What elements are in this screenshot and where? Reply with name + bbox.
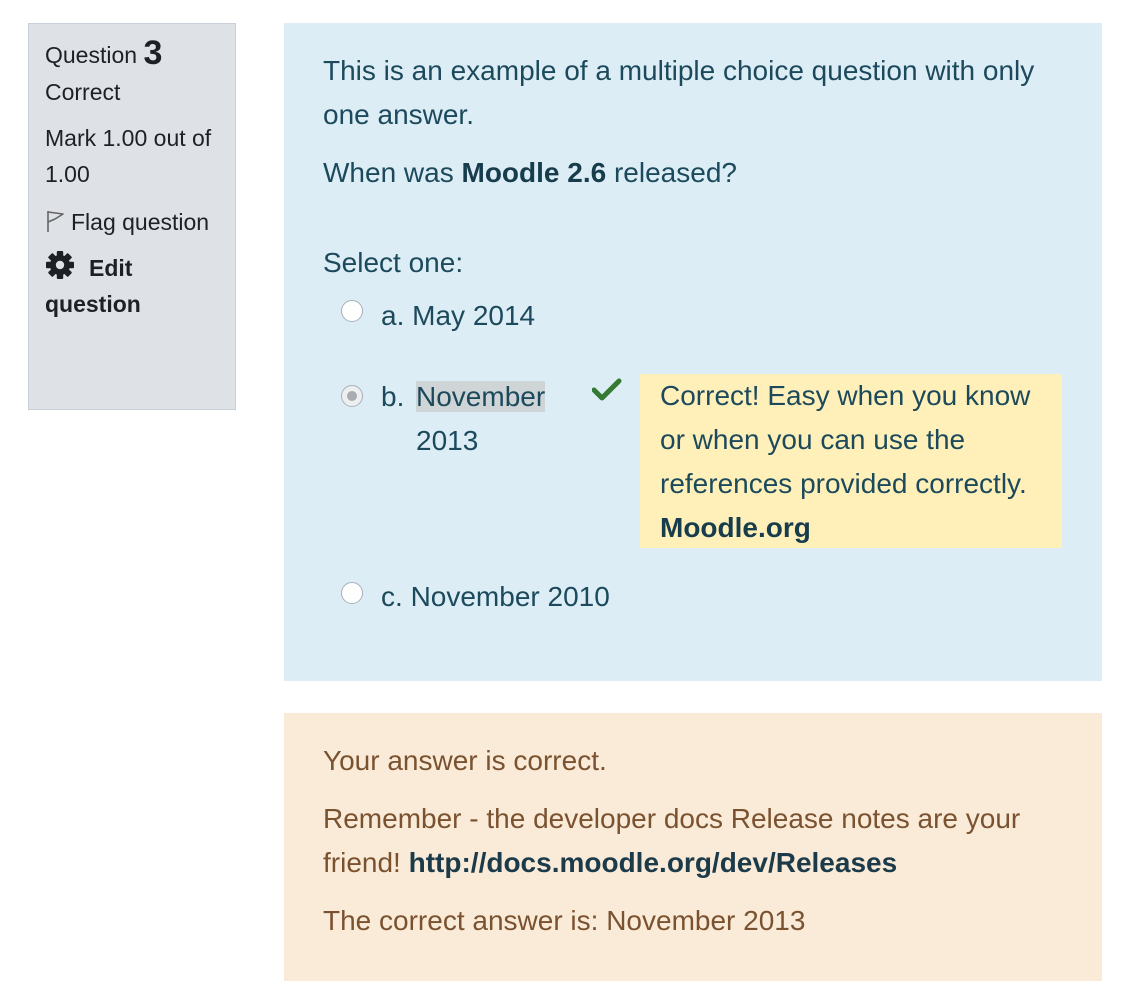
question-info-panel: Question 3 Correct Mark 1.00 out of 1.00…: [28, 23, 236, 410]
right-answer: The correct answer is: November 2013: [323, 905, 806, 936]
flag-outline-icon: [47, 211, 64, 232]
option-a-text: May 2014: [412, 300, 536, 331]
option-c-label[interactable]: c. November 2010: [381, 575, 610, 619]
option-a-radio[interactable]: [341, 300, 363, 322]
specific-feedback-link[interactable]: Moodle.org: [660, 512, 811, 543]
gear-icon: [46, 251, 74, 279]
option-b-letter[interactable]: b.: [381, 375, 404, 419]
option-c-text: November 2010: [410, 581, 610, 612]
question-number: Question 3: [45, 36, 219, 70]
outcome-result: Your answer is correct.: [323, 745, 607, 776]
question-label: Question: [45, 42, 138, 68]
flag-question-link[interactable]: Flag question: [45, 204, 219, 240]
question-grade: Mark 1.00 out of 1.00: [45, 125, 212, 187]
general-feedback: Remember - the developer docs Release no…: [323, 797, 1062, 885]
release-notes-link[interactable]: http://docs.moodle.org/dev/Releases: [409, 847, 898, 878]
option-c-radio[interactable]: [341, 582, 363, 604]
option-b-text-line1: November: [416, 381, 546, 412]
flag-question-label: Flag question: [71, 209, 210, 235]
specific-feedback-text: Correct! Easy when you know or when you …: [660, 380, 1031, 499]
edit-question-link[interactable]: Edit question: [45, 250, 219, 322]
option-b-radio[interactable]: [341, 385, 363, 407]
question-text: When was Moodle 2.6 released?: [323, 151, 1062, 195]
question-number-value: 3: [143, 34, 163, 72]
question-text-suffix: released?: [606, 157, 737, 188]
option-a-letter: a.: [381, 300, 405, 331]
question-text-bold: Moodle 2.6: [461, 157, 607, 188]
option-b-text-line2: 2013: [416, 425, 479, 456]
option-b-text[interactable]: November 2013: [416, 375, 556, 463]
option-c-letter: c.: [381, 581, 403, 612]
question-text-intro: This is an example of a multiple choice …: [323, 55, 1035, 130]
option-a-label[interactable]: a. May 2014: [381, 294, 535, 338]
checkmark-icon: [592, 378, 622, 401]
question-text-prefix: When was: [323, 157, 462, 188]
question-outcome: Your answer is correct. Remember - the d…: [284, 713, 1102, 981]
specific-feedback: Correct! Easy when you know or when you …: [640, 374, 1062, 548]
question-state: Correct: [45, 79, 121, 105]
select-one-prompt: Select one:: [323, 247, 464, 278]
